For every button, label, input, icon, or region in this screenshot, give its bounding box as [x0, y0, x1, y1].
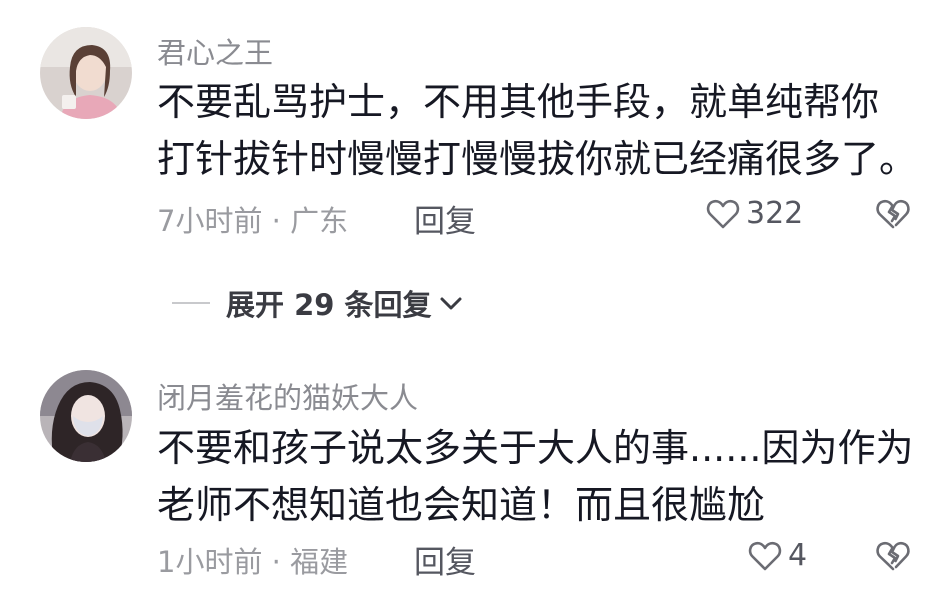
- heart-icon: [706, 199, 740, 228]
- comment-text: 不要乱骂护士，不用其他手段，就单纯帮你 打针拔针时慢慢打慢慢拔你就已经痛很多了。: [157, 74, 917, 188]
- comment-text: 不要和孩子说太多关于大人的事......因为作为 老师不想知道也会知道！而且很尴…: [157, 420, 913, 534]
- broken-heart-icon: [876, 199, 910, 229]
- comment-item: 闭月羞花的猫妖大人 不要和孩子说太多关于大人的事......因为作为 老师不想知…: [0, 340, 951, 600]
- comment-text-line: 不要乱骂护士，不用其他手段，就单纯帮你: [157, 80, 880, 124]
- expand-replies-label: 展开 29 条回复: [226, 288, 432, 322]
- heart-icon: [748, 541, 782, 570]
- reply-button[interactable]: 回复: [414, 196, 476, 241]
- avatar[interactable]: [40, 27, 132, 119]
- comment-username[interactable]: 闭月羞花的猫妖大人: [157, 375, 418, 417]
- comment-username[interactable]: 君心之王: [157, 30, 273, 72]
- comment-time-location: 1小时前 · 福建: [157, 545, 349, 579]
- comment-text-line: 打针拔针时慢慢打慢慢拔你就已经痛很多了。: [157, 137, 918, 181]
- like-count: 322: [746, 196, 804, 231]
- dislike-button[interactable]: [875, 540, 911, 576]
- like-count: 4: [788, 538, 808, 573]
- like-button[interactable]: 322: [706, 196, 803, 231]
- avatar[interactable]: [40, 370, 132, 462]
- expand-replies-button[interactable]: 展开 29 条回复: [172, 282, 464, 324]
- dislike-button[interactable]: [875, 198, 911, 234]
- comment-time-location: 7小时前 · 广东: [157, 204, 349, 238]
- avatar-image: [40, 27, 132, 119]
- reply-button[interactable]: 回复: [414, 537, 476, 582]
- avatar-image: [40, 370, 132, 462]
- like-button[interactable]: 4: [748, 538, 807, 573]
- broken-heart-icon: [876, 541, 910, 571]
- comment-text-line: 不要和孩子说太多关于大人的事......因为作为: [157, 426, 914, 470]
- comment-text-line: 老师不想知道也会知道！而且很尴尬: [157, 483, 766, 527]
- divider-line: [172, 302, 210, 304]
- chevron-down-icon: [440, 297, 462, 310]
- comment-item: 君心之王 不要乱骂护士，不用其他手段，就单纯帮你 打针拔针时慢慢打慢慢拔你就已经…: [0, 0, 951, 260]
